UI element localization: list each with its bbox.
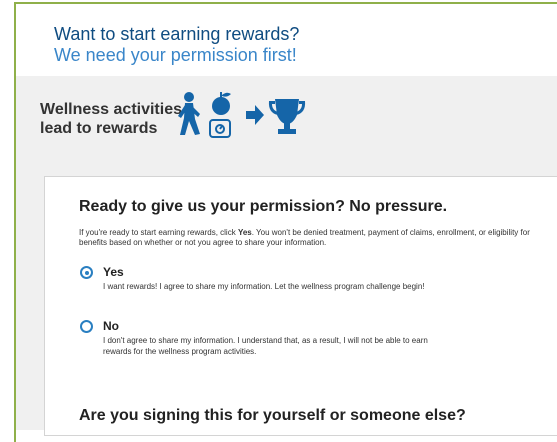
yes-radio[interactable] xyxy=(80,266,93,279)
apple-icon xyxy=(212,92,231,115)
wellness-icons xyxy=(174,90,324,155)
arrow-right-icon xyxy=(246,105,264,125)
signing-heading: Are you signing this for yourself or som… xyxy=(79,407,466,424)
page-title: Want to start earning rewards? xyxy=(54,24,300,44)
intro-text-before: If you're ready to start earning rewards… xyxy=(79,228,238,237)
wellness-illustration xyxy=(178,92,306,138)
permission-intro: If you're ready to start earning rewards… xyxy=(79,228,557,248)
permission-card: Ready to give us your permission? No pre… xyxy=(44,176,557,436)
intro-text-bold: Yes xyxy=(237,228,252,237)
no-radio[interactable] xyxy=(80,320,93,333)
wellness-banner-text: Wellness activities lead to rewards xyxy=(40,100,182,138)
wellness-line-1: Wellness activities xyxy=(40,101,182,118)
no-label[interactable]: No xyxy=(103,319,119,333)
page-frame: Want to start earning rewards? We need y… xyxy=(14,2,557,442)
yes-label[interactable]: Yes xyxy=(103,265,124,279)
scale-icon xyxy=(209,119,231,138)
page-subtitle: We need your permission first! xyxy=(54,45,297,65)
content-area: Wellness activities lead to rewards Read… xyxy=(16,76,557,436)
page-header: Want to start earning rewards? We need y… xyxy=(16,4,557,76)
walking-person-icon xyxy=(178,92,200,135)
no-description: I don't agree to share my information. I… xyxy=(103,336,428,356)
trophy-icon xyxy=(268,99,306,134)
permission-heading: Ready to give us your permission? No pre… xyxy=(79,198,448,215)
wellness-line-2: lead to rewards xyxy=(40,120,158,137)
yes-description: I want rewards! I agree to share my info… xyxy=(103,282,425,291)
